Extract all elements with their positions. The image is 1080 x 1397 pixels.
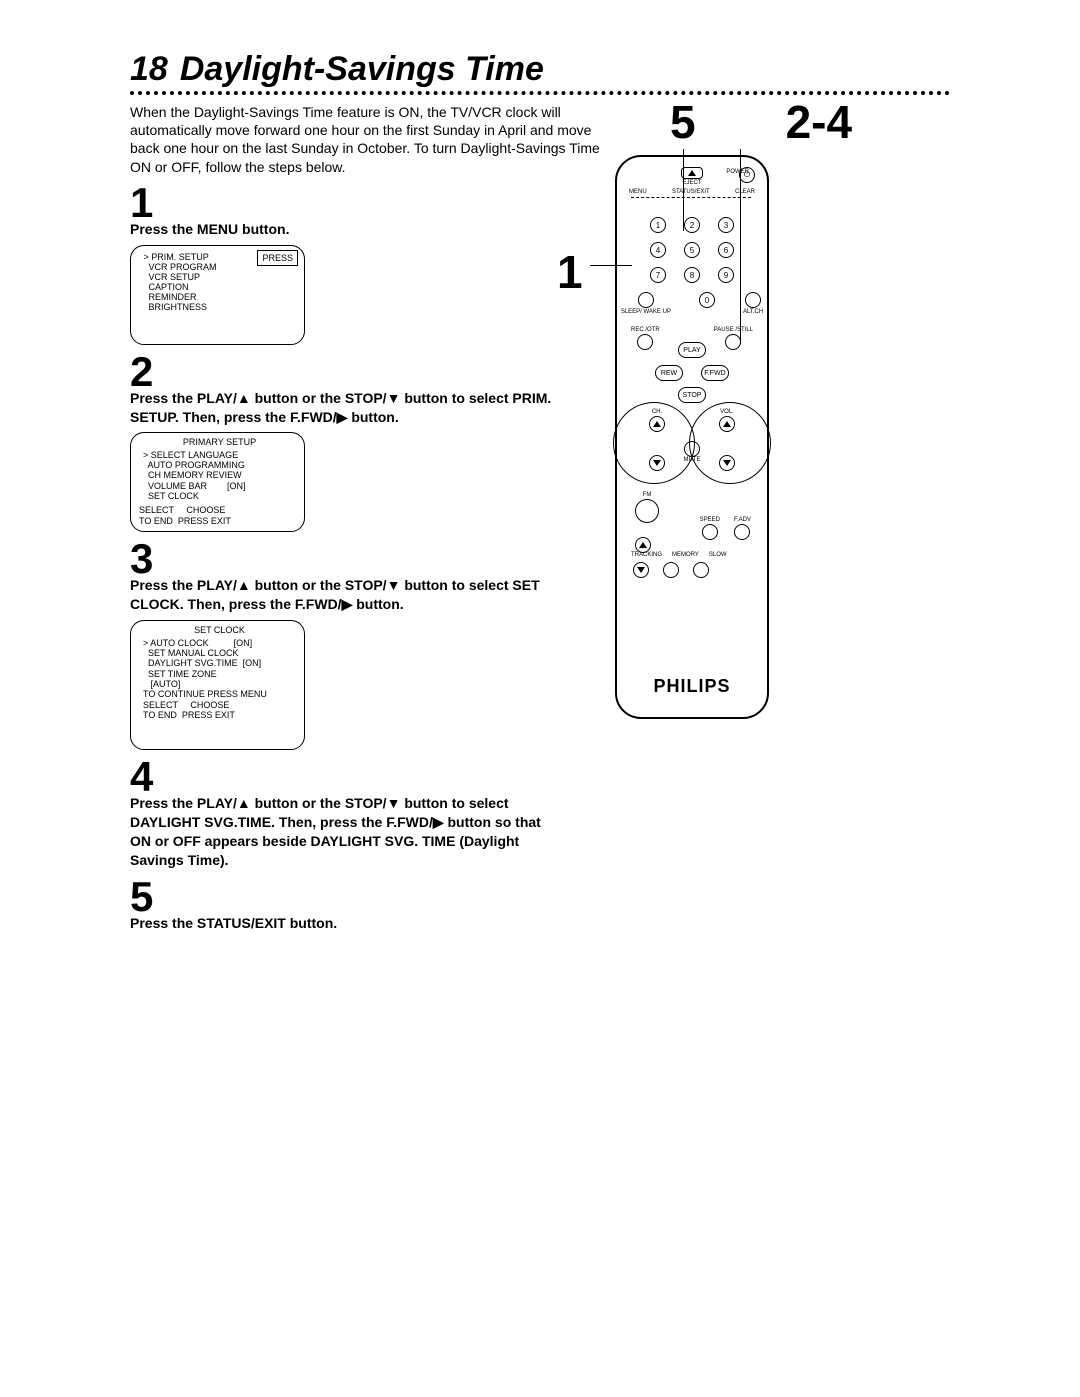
num-8: 8 — [684, 267, 700, 283]
step-2-text: Press the PLAY/▲ button or the STOP/▼ bu… — [130, 389, 560, 427]
num-2: 2 — [684, 217, 700, 233]
screen-2: PRIMARY SETUP > SELECT LANGUAGE AUTO PRO… — [130, 432, 305, 532]
play-button: PLAY — [678, 342, 706, 358]
menu-label: MENU — [629, 189, 647, 195]
num-5: 5 — [684, 242, 700, 258]
ch-up — [649, 416, 665, 432]
track-dn — [633, 562, 649, 578]
step-2-number: 2 — [130, 351, 990, 393]
philips-logo: PHILIPS — [617, 676, 767, 697]
step-4-text: Press the PLAY/▲ button or the STOP/▼ bu… — [130, 794, 560, 870]
step-5-number: 5 — [130, 876, 990, 918]
step-3-text: Press the PLAY/▲ button or the STOP/▼ bu… — [130, 576, 560, 614]
step-1-text: Press the MENU button. — [130, 220, 560, 239]
callout-5: 5 — [670, 95, 696, 149]
altch-button — [745, 292, 761, 308]
slow-button — [693, 562, 709, 578]
track-up — [635, 537, 651, 553]
mute-button — [684, 441, 700, 457]
page-title: Daylight-Savings Time — [180, 50, 544, 89]
num-3: 3 — [718, 217, 734, 233]
stop-button: STOP — [678, 387, 706, 403]
num-6: 6 — [718, 242, 734, 258]
num-0: 0 — [699, 292, 715, 308]
callout-1: 1 — [557, 245, 583, 299]
power-button: ⏻ — [739, 167, 755, 183]
page-number: 18 — [130, 50, 168, 89]
step-5-text: Press the STATUS/EXIT button. — [130, 914, 560, 933]
num-4: 4 — [650, 242, 666, 258]
clear-label: CLEAR — [735, 189, 755, 195]
num-1: 1 — [650, 217, 666, 233]
speed-button — [702, 524, 718, 540]
step-4-number: 4 — [130, 756, 990, 798]
remote-control-illustration: EJECT POWER ⏻ MENU STATUS/EXIT CLEAR 123… — [615, 155, 769, 719]
step-1-number: 1 — [130, 182, 990, 224]
fadv-button — [734, 524, 750, 540]
num-9: 9 — [718, 267, 734, 283]
vol-up — [719, 416, 735, 432]
memory-button — [663, 562, 679, 578]
ffwd-button: F.FWD — [701, 365, 729, 381]
status-label: STATUS/EXIT — [672, 189, 710, 195]
screen-3: SET CLOCK > AUTO CLOCK [ON] SET MANUAL C… — [130, 620, 305, 750]
callout-2-4: 2-4 — [786, 95, 852, 149]
screen-1: PRESS > PRIM. SETUP VCR PROGRAM VCR SETU… — [130, 245, 305, 345]
press-label: PRESS — [257, 250, 298, 266]
rew-button: REW — [655, 365, 683, 381]
intro-paragraph: When the Daylight-Savings Time feature i… — [130, 103, 610, 176]
sleep-button — [638, 292, 654, 308]
num-7: 7 — [650, 267, 666, 283]
step-3-number: 3 — [130, 538, 990, 580]
